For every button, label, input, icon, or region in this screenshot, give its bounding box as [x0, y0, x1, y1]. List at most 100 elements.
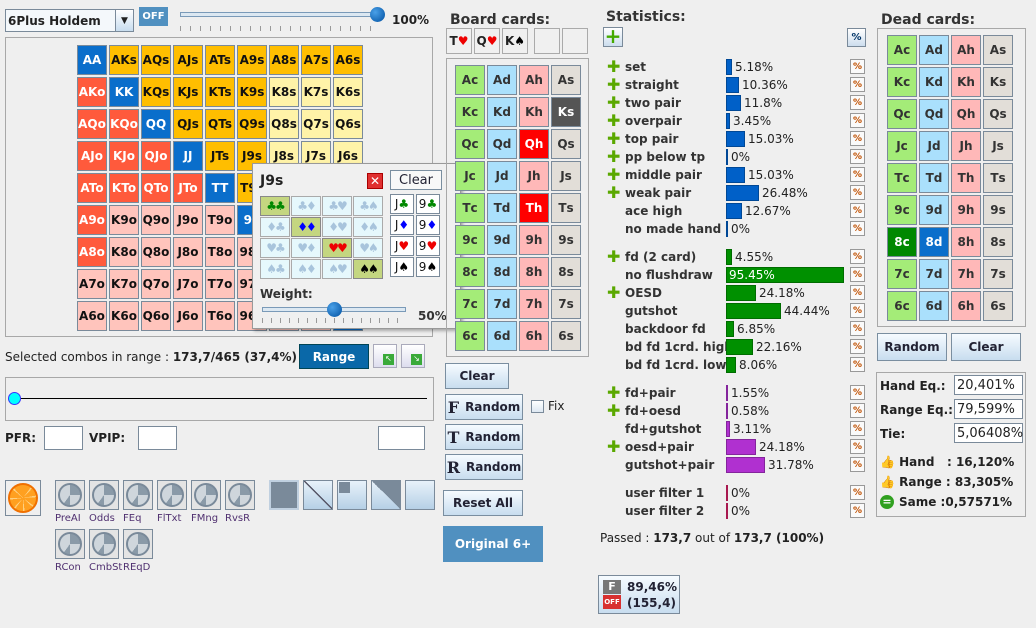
range-cell[interactable]: Q7s	[301, 109, 331, 139]
board-card[interactable]: Ac	[455, 65, 485, 95]
slider-knob[interactable]	[327, 302, 342, 317]
plus-icon[interactable]: ✚	[607, 185, 620, 201]
export-range-icon[interactable]: ↘	[401, 344, 425, 368]
percent-button[interactable]: %	[850, 59, 865, 74]
range-cell[interactable]: QQ	[141, 109, 171, 139]
suit-combo-cell[interactable]: ♥♣	[260, 238, 290, 258]
percent-button[interactable]: %	[850, 95, 865, 110]
dead-card[interactable]: Ad	[919, 35, 949, 65]
single-card[interactable]: J♣	[390, 194, 414, 214]
plus-icon[interactable]: ✚	[607, 385, 620, 401]
range-cell[interactable]: K7o	[109, 269, 139, 299]
board-card[interactable]: 7d	[487, 289, 517, 319]
board-card[interactable]: Tc	[455, 193, 485, 223]
board-slot[interactable]: K ♠	[502, 28, 528, 54]
percent-button[interactable]: %	[850, 185, 865, 200]
dead-clear-button[interactable]: Clear	[951, 333, 1021, 361]
dead-card[interactable]: 8c	[887, 227, 917, 257]
dead-card[interactable]: 7s	[983, 259, 1013, 289]
board-card[interactable]: Qh	[519, 129, 549, 159]
board-card[interactable]: Kd	[487, 97, 517, 127]
range-cell[interactable]: Q9s	[237, 109, 267, 139]
range-cell[interactable]: J7o	[173, 269, 203, 299]
board-card[interactable]: Kh	[519, 97, 549, 127]
dead-card[interactable]: Kd	[919, 67, 949, 97]
range-button[interactable]: Range	[299, 344, 369, 369]
range-cell[interactable]: J8o	[173, 237, 203, 267]
original-6plus-button[interactable]: Original 6+	[443, 526, 543, 562]
range-cell[interactable]: KJs	[173, 77, 203, 107]
board-card[interactable]: Th	[519, 193, 549, 223]
dead-card[interactable]: 9c	[887, 195, 917, 225]
board-card[interactable]: Ad	[487, 65, 517, 95]
board-card[interactable]: 7h	[519, 289, 549, 319]
dead-random-button[interactable]: Random	[877, 333, 947, 361]
dead-card[interactable]: Jh	[951, 131, 981, 161]
dead-card[interactable]: 6c	[887, 291, 917, 321]
range-cell[interactable]: J9o	[173, 205, 203, 235]
range-cell[interactable]: A7o	[77, 269, 107, 299]
board-card[interactable]: 9s	[551, 225, 581, 255]
range-cell[interactable]: AJs	[173, 45, 203, 75]
range-cell[interactable]: K8s	[269, 77, 299, 107]
dead-card[interactable]: 8s	[983, 227, 1013, 257]
range-cell[interactable]: A6s	[333, 45, 363, 75]
popup-clear-button[interactable]: Clear	[390, 170, 442, 190]
range-cell[interactable]: ATs	[205, 45, 235, 75]
tie-field[interactable]: 5,06408%	[954, 423, 1023, 443]
board-clear-button[interactable]: Clear	[445, 363, 509, 389]
board-card[interactable]: 9c	[455, 225, 485, 255]
percent-toggle-button[interactable]: %	[847, 28, 866, 47]
diagonal-line-icon[interactable]	[303, 480, 333, 510]
board-card[interactable]: 8h	[519, 257, 549, 287]
tool-rcon-button[interactable]	[55, 529, 85, 559]
range-cell[interactable]: QJo	[141, 141, 171, 171]
range-cell[interactable]: K6o	[109, 301, 139, 331]
slider-knob[interactable]	[8, 392, 21, 405]
off-toggle[interactable]: OFF	[139, 7, 168, 26]
suit-combo-cell[interactable]: ♦♠	[353, 217, 383, 237]
extra-input[interactable]	[378, 426, 425, 450]
range-cell[interactable]: AQo	[77, 109, 107, 139]
plus-icon[interactable]: ✚	[607, 59, 620, 75]
tool-reqd-button[interactable]	[123, 529, 153, 559]
board-slot[interactable]	[534, 28, 560, 54]
range-cell[interactable]: KQo	[109, 109, 139, 139]
suit-combo-cell[interactable]: ♠♦	[291, 259, 321, 279]
board-card[interactable]: 8c	[455, 257, 485, 287]
dead-card[interactable]: Ks	[983, 67, 1013, 97]
close-icon[interactable]: ✕	[367, 173, 383, 189]
range-cell[interactable]: A8o	[77, 237, 107, 267]
dead-card[interactable]: Th	[951, 163, 981, 193]
upper-triangle-icon[interactable]	[371, 480, 401, 510]
percent-button[interactable]: %	[850, 203, 865, 218]
suit-combo-cell[interactable]: ♣♦	[291, 196, 321, 216]
reset-all-button[interactable]: Reset All	[443, 490, 523, 516]
board-card[interactable]: Qs	[551, 129, 581, 159]
random-river-button[interactable]: R Random	[445, 454, 523, 480]
dead-card[interactable]: 8d	[919, 227, 949, 257]
range-cell[interactable]: K6s	[333, 77, 363, 107]
range-cell[interactable]: KJo	[109, 141, 139, 171]
single-card[interactable]: J♠	[390, 257, 414, 277]
suit-combo-cell[interactable]: ♠♥	[322, 259, 352, 279]
percent-button[interactable]: %	[850, 77, 865, 92]
range-cell[interactable]: Q8s	[269, 109, 299, 139]
single-card[interactable]: J♥	[390, 236, 414, 256]
range-cell[interactable]: KQs	[141, 77, 171, 107]
percent-button[interactable]: %	[850, 131, 865, 146]
game-select[interactable]: 6Plus Holdem ▼	[5, 9, 134, 32]
import-range-icon[interactable]: ↖	[373, 344, 397, 368]
board-card[interactable]: 7s	[551, 289, 581, 319]
flop-filter-box[interactable]: F OFF 89,46% (155,4)	[598, 575, 680, 614]
plus-icon[interactable]: ✚	[607, 439, 620, 455]
plus-icon[interactable]: ✚	[607, 131, 620, 147]
range-cell[interactable]: A7s	[301, 45, 331, 75]
range-percent-slider[interactable]	[5, 377, 434, 421]
random-turn-button[interactable]: T Random	[445, 424, 523, 450]
dead-card[interactable]: Js	[983, 131, 1013, 161]
range-cell[interactable]: KTs	[205, 77, 235, 107]
dead-card[interactable]: Jd	[919, 131, 949, 161]
range-cell[interactable]: T6o	[205, 301, 235, 331]
range-cell[interactable]: KTo	[109, 173, 139, 203]
